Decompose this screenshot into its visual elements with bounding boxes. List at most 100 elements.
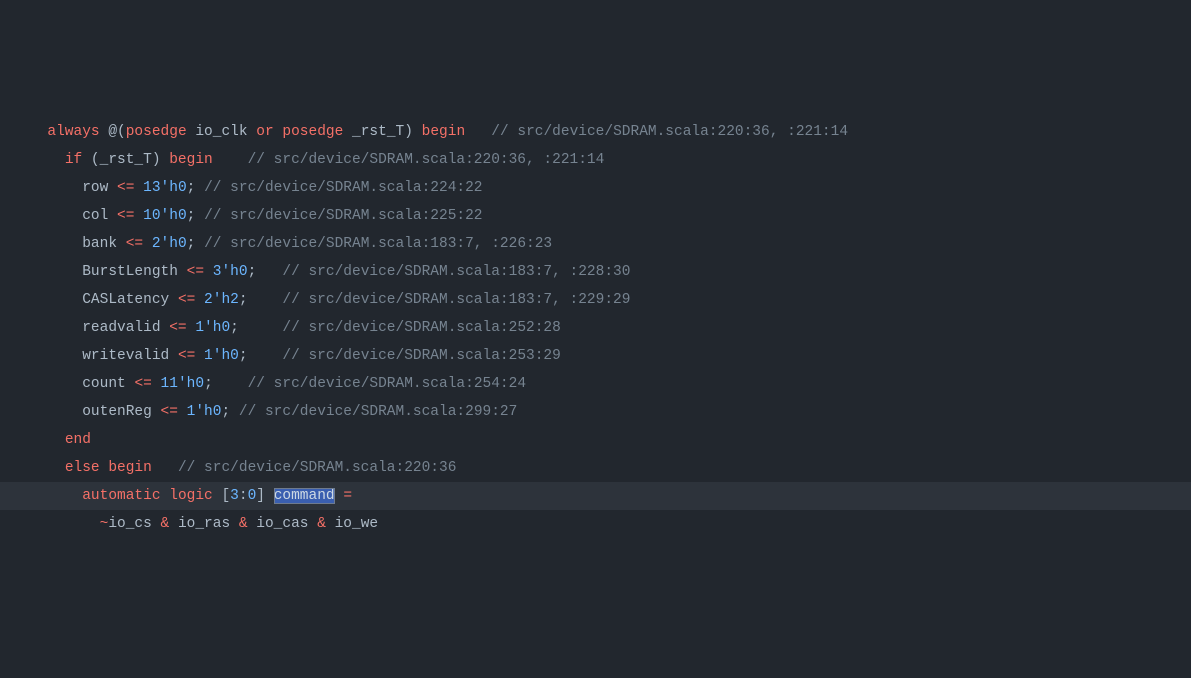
text-token: ; — [239, 348, 283, 364]
code-line[interactable]: if (_rst_T) begin // src/device/SDRAM.sc… — [0, 146, 1191, 174]
text-token: ; — [239, 292, 283, 308]
text-token — [195, 292, 204, 308]
code-line[interactable]: bank <= 2'h0; // src/device/SDRAM.scala:… — [0, 230, 1191, 258]
keyword-token: begin — [169, 152, 213, 168]
code-line[interactable]: automatic logic [3:0] command = — [0, 482, 1191, 510]
keyword-token: automatic — [82, 488, 160, 504]
code-line[interactable]: CASLatency <= 2'h2; // src/device/SDRAM.… — [0, 286, 1191, 314]
keyword-token: = — [343, 488, 352, 504]
text-token: ; — [221, 404, 238, 420]
comment-token: // src/device/SDRAM.scala:220:36, :221:1… — [248, 152, 605, 168]
number-token: 3'h0 — [213, 264, 248, 280]
keyword-token: <= — [187, 264, 204, 280]
code-line[interactable]: ~io_cs & io_ras & io_cas & io_we — [0, 510, 1191, 538]
keyword-token: <= — [117, 208, 134, 224]
number-token: 13'h0 — [143, 180, 187, 196]
keyword-token: <= — [169, 320, 186, 336]
text-token: io_cas — [248, 516, 318, 532]
comment-token: // src/device/SDRAM.scala:220:36 — [178, 460, 456, 476]
text-token: BurstLength — [82, 264, 186, 280]
text-token: outenReg — [82, 404, 160, 420]
code-line[interactable]: row <= 13'h0; // src/device/SDRAM.scala:… — [0, 174, 1191, 202]
number-token: 2'h0 — [152, 236, 187, 252]
text-token: ; — [187, 208, 204, 224]
code-line[interactable]: end — [0, 426, 1191, 454]
keyword-token: ~ — [100, 516, 109, 532]
number-token: 0 — [248, 488, 257, 504]
code-line[interactable]: col <= 10'h0; // src/device/SDRAM.scala:… — [0, 202, 1191, 230]
keyword-token: begin — [108, 460, 152, 476]
text-token — [335, 488, 344, 504]
comment-token: // src/device/SDRAM.scala:183:7, :229:29 — [282, 292, 630, 308]
comment-token: // src/device/SDRAM.scala:254:24 — [248, 376, 526, 392]
comment-token: // src/device/SDRAM.scala:225:22 — [204, 208, 482, 224]
text-token: col — [82, 208, 117, 224]
text-token: io_clk — [187, 124, 257, 140]
number-token: 1'h0 — [187, 404, 222, 420]
text-token: ; — [187, 236, 204, 252]
text-token: readvalid — [82, 320, 169, 336]
keyword-token: & — [317, 516, 326, 532]
text-token — [178, 404, 187, 420]
text-token — [465, 124, 491, 140]
keyword-token: else — [65, 460, 100, 476]
keyword-token: <= — [178, 292, 195, 308]
code-viewer[interactable]: always @(posedge io_clk or posedge _rst_… — [0, 118, 1191, 538]
text-token: ; — [204, 376, 248, 392]
keyword-token: logic — [169, 488, 213, 504]
keyword-token: <= — [134, 376, 151, 392]
text-token — [161, 488, 170, 504]
comment-token: // src/device/SDRAM.scala:183:7, :226:23 — [204, 236, 552, 252]
text-token: writevalid — [82, 348, 178, 364]
text-token: ; — [187, 180, 204, 196]
comment-token: // src/device/SDRAM.scala:299:27 — [239, 404, 517, 420]
keyword-token: & — [239, 516, 248, 532]
text-token: ; — [248, 264, 283, 280]
text-token: io_we — [326, 516, 378, 532]
text-token — [152, 460, 178, 476]
keyword-token: posedge — [126, 124, 187, 140]
code-line[interactable]: count <= 11'h0; // src/device/SDRAM.scal… — [0, 370, 1191, 398]
keyword-token: <= — [178, 348, 195, 364]
text-token: @( — [100, 124, 126, 140]
keyword-token: & — [161, 516, 170, 532]
text-token: ; — [230, 320, 282, 336]
code-line[interactable]: always @(posedge io_clk or posedge _rst_… — [0, 118, 1191, 146]
text-token: _rst_T) — [343, 124, 421, 140]
text-token: bank — [82, 236, 126, 252]
number-token: 3 — [230, 488, 239, 504]
selected-token: command — [274, 488, 335, 504]
text-token — [134, 180, 143, 196]
text-token: count — [82, 376, 134, 392]
text-token: row — [82, 180, 117, 196]
text-token: [ — [213, 488, 230, 504]
text-token — [143, 236, 152, 252]
code-line[interactable]: outenReg <= 1'h0; // src/device/SDRAM.sc… — [0, 398, 1191, 426]
keyword-token: <= — [117, 180, 134, 196]
text-token — [204, 264, 213, 280]
code-line[interactable]: else begin // src/device/SDRAM.scala:220… — [0, 454, 1191, 482]
text-token: : — [239, 488, 248, 504]
keyword-token: if — [65, 152, 82, 168]
text-token: ] — [256, 488, 273, 504]
comment-token: // src/device/SDRAM.scala:224:22 — [204, 180, 482, 196]
number-token: 10'h0 — [143, 208, 187, 224]
text-token: io_ras — [169, 516, 239, 532]
keyword-token: begin — [422, 124, 466, 140]
code-line[interactable]: readvalid <= 1'h0; // src/device/SDRAM.s… — [0, 314, 1191, 342]
keyword-token: posedge — [282, 124, 343, 140]
text-token: CASLatency — [82, 292, 178, 308]
text-token — [213, 152, 248, 168]
comment-token: // src/device/SDRAM.scala:183:7, :228:30 — [282, 264, 630, 280]
text-token — [152, 376, 161, 392]
keyword-token: <= — [161, 404, 178, 420]
code-line[interactable]: BurstLength <= 3'h0; // src/device/SDRAM… — [0, 258, 1191, 286]
code-line[interactable]: writevalid <= 1'h0; // src/device/SDRAM.… — [0, 342, 1191, 370]
text-token — [134, 208, 143, 224]
keyword-token: <= — [126, 236, 143, 252]
number-token: 11'h0 — [161, 376, 205, 392]
keyword-token: or — [256, 124, 273, 140]
text-token: io_cs — [108, 516, 160, 532]
keyword-token: end — [65, 432, 91, 448]
keyword-token: always — [47, 124, 99, 140]
